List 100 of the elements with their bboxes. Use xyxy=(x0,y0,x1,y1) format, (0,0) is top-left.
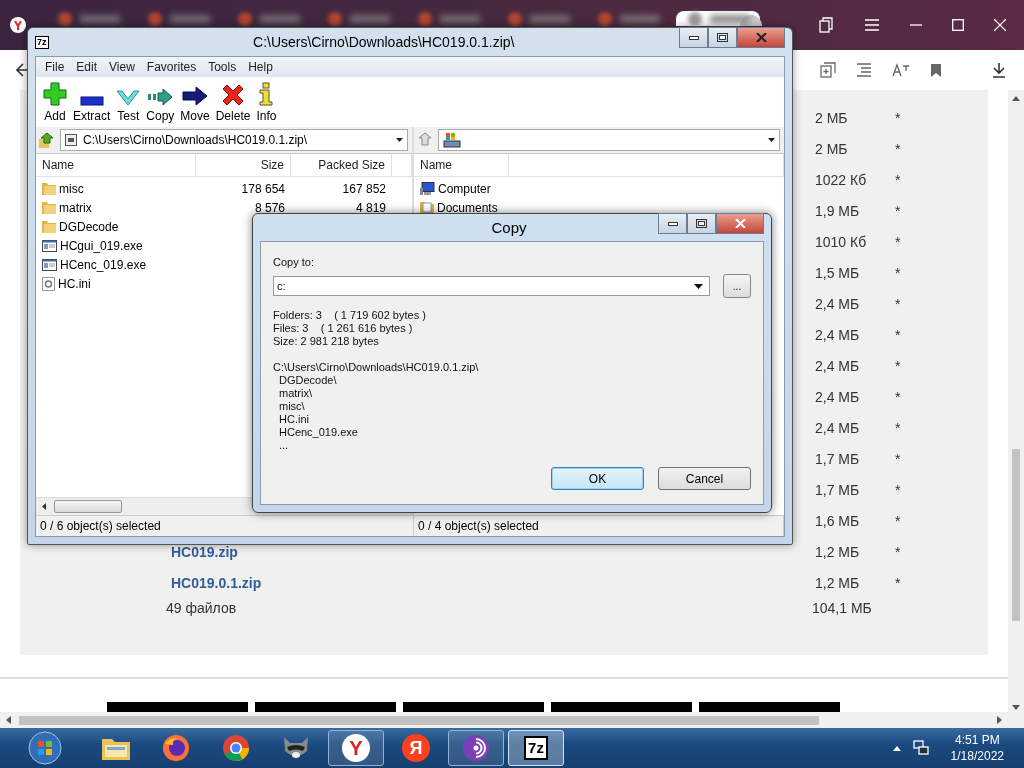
close-button[interactable] xyxy=(737,27,785,48)
app-logo: 7z xyxy=(524,736,548,760)
start-button[interactable] xyxy=(28,731,62,765)
source-item: HC.ini xyxy=(279,413,309,426)
clock[interactable]: 4:51 PM 1/18/2022 xyxy=(950,732,1004,764)
file-marker: * xyxy=(895,543,901,560)
scroll-left-icon[interactable] xyxy=(6,716,11,724)
file-name[interactable]: HCenc_019.exe xyxy=(36,257,196,272)
toolbar-button[interactable]: Extract xyxy=(70,77,114,123)
dialog-button[interactable]: Cancel xyxy=(658,467,751,490)
column-header[interactable]: Name xyxy=(36,154,196,176)
scroll-thumb[interactable] xyxy=(19,715,819,725)
minimize-icon xyxy=(688,35,699,40)
file-name[interactable]: Computer xyxy=(414,181,574,196)
toolbar-button[interactable]: Delete xyxy=(212,77,254,123)
maximize-button[interactable] xyxy=(708,27,737,48)
file-marker: * xyxy=(895,202,901,219)
menu-item[interactable]: View xyxy=(104,60,140,74)
file-marker: * xyxy=(895,295,901,312)
file-name[interactable]: Documents xyxy=(414,200,574,215)
bookmark-icon[interactable] xyxy=(930,62,942,78)
scroll-up-icon[interactable] xyxy=(1012,96,1020,101)
menu-item[interactable]: File xyxy=(40,60,70,74)
file-link[interactable]: HC019.zip xyxy=(171,543,238,560)
toolbar-button[interactable]: Test xyxy=(113,77,144,123)
minimize-button[interactable] xyxy=(679,27,708,48)
file-size: 1,9 МБ xyxy=(815,202,860,219)
toolbar-button[interactable]: Move xyxy=(177,77,213,123)
file-size: 1,2 МБ xyxy=(815,574,860,591)
dropdown-arrow-icon xyxy=(694,283,703,289)
browser-icon xyxy=(162,734,190,762)
network-icon[interactable] xyxy=(912,740,929,756)
close-button[interactable] xyxy=(716,213,764,234)
dialog-button[interactable]: OK xyxy=(551,467,644,490)
scroll-thumb[interactable] xyxy=(1012,449,1020,621)
browser-logo-icon[interactable] xyxy=(10,17,26,33)
menu-icon[interactable] xyxy=(864,19,880,31)
scroll-left-icon[interactable] xyxy=(42,503,46,510)
folder-up-icon[interactable] xyxy=(38,131,56,149)
scroll-right-icon[interactable] xyxy=(997,716,1002,724)
new-tab-icon[interactable] xyxy=(820,62,836,78)
download-icon[interactable] xyxy=(992,62,1006,78)
horizontal-scrollbar[interactable] xyxy=(0,712,1024,728)
taskbar-app[interactable] xyxy=(448,730,504,766)
translate-icon[interactable] xyxy=(892,63,910,77)
file-size: 1010 Кб xyxy=(815,233,867,250)
menu-item[interactable]: Favorites xyxy=(141,60,202,74)
close-icon[interactable] xyxy=(994,19,1006,31)
file-marker: * xyxy=(895,326,901,343)
menu-item[interactable]: Edit xyxy=(71,60,103,74)
status-text: 0 / 4 object(s) selected xyxy=(414,516,784,536)
toolbar-button[interactable]: Copy xyxy=(143,77,178,123)
drive-icon xyxy=(443,132,461,148)
file-marker: * xyxy=(895,388,901,405)
menu-item[interactable]: Help xyxy=(243,60,278,74)
file-marker: * xyxy=(895,233,901,250)
dialog-title: Copy xyxy=(490,219,528,236)
browse-button[interactable]: ... xyxy=(723,274,751,298)
file-marker: * xyxy=(895,264,901,281)
file-name[interactable]: misc xyxy=(36,181,196,196)
column-header[interactable]: Name xyxy=(414,154,509,176)
path-dropdown[interactable]: C:\Users\Cirno\Downloads\HC019.0.1.zip\ xyxy=(60,129,408,151)
packed-size: 4 819 xyxy=(354,200,387,215)
summary-line: Size: 2 981 218 bytes xyxy=(273,335,379,348)
taskbar-app[interactable]: Y xyxy=(328,730,384,766)
minimize-button[interactable] xyxy=(658,213,687,234)
file-marker: * xyxy=(895,450,901,467)
toolbar-button[interactable]: Info xyxy=(253,77,280,123)
file-link[interactable]: HC019.0.1.zip xyxy=(171,574,262,591)
file-marker: * xyxy=(895,481,901,498)
column-header[interactable]: Size xyxy=(196,154,291,176)
menu-item[interactable]: Tools xyxy=(203,60,242,74)
file-marker: * xyxy=(895,512,901,529)
scroll-down-icon[interactable] xyxy=(1012,705,1020,710)
toolbar-button[interactable]: Add xyxy=(40,77,70,123)
file-name[interactable]: HCgui_019.exe xyxy=(36,238,196,253)
scroll-thumb[interactable] xyxy=(54,500,122,513)
file-marker: * xyxy=(895,419,901,436)
plus-icon xyxy=(43,82,67,106)
app-logo: Я xyxy=(402,734,430,762)
file-name[interactable]: DGDecode xyxy=(36,219,196,234)
taskbar-app[interactable]: Я xyxy=(388,730,444,766)
profile-avatar-icon[interactable] xyxy=(740,15,762,26)
back-icon[interactable] xyxy=(16,63,30,77)
column-header[interactable]: Packed Size xyxy=(291,154,392,176)
field-label: Copy to: xyxy=(273,256,314,268)
file-marker: * xyxy=(895,357,901,374)
path-dropdown[interactable] xyxy=(438,129,780,151)
maximize-icon[interactable] xyxy=(952,19,964,31)
file-name[interactable]: matrix xyxy=(36,200,196,215)
reader-icon[interactable] xyxy=(856,63,872,77)
file-size: 178 654 xyxy=(240,181,286,196)
tray-expand-icon[interactable] xyxy=(892,745,901,751)
minimize-icon xyxy=(667,221,678,226)
taskbar-app[interactable]: 7z xyxy=(508,730,564,766)
destination-field[interactable]: c: xyxy=(273,276,710,296)
file-name[interactable]: HC.ini xyxy=(36,276,196,291)
maximize-button[interactable] xyxy=(687,213,716,234)
vertical-scrollbar[interactable] xyxy=(1008,90,1024,712)
collections-icon[interactable] xyxy=(818,17,834,33)
